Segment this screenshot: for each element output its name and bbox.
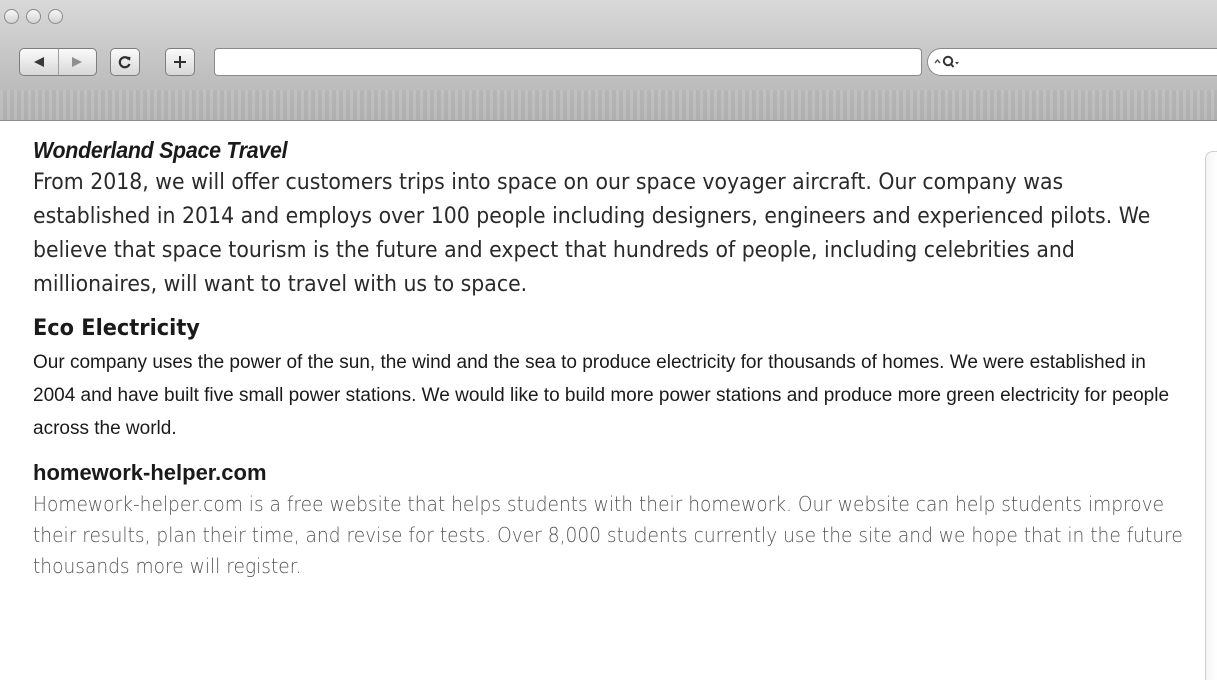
site-entry-homework-helper: homework-helper.com Homework-helper.com …: [33, 459, 1193, 582]
address-bar[interactable]: [214, 48, 922, 76]
site-entry-eco-electricity: Eco Electricity Our company uses the pow…: [33, 314, 1193, 445]
vertical-scrollbar[interactable]: [1205, 151, 1217, 680]
site-entry-wonderland-space-travel: Wonderland Space Travel From 2018, we wi…: [33, 135, 1193, 302]
site-description: From 2018, we will offer customers trips…: [33, 170, 1151, 297]
page-content: Wonderland Space Travel From 2018, we wi…: [33, 135, 1193, 582]
site-description: Homework-helper.com is a free website th…: [33, 492, 1183, 578]
reload-icon: [118, 56, 131, 69]
plus-icon: [174, 56, 186, 68]
close-window-button[interactable]: [4, 9, 19, 24]
page-viewport: Wonderland Space Travel From 2018, we wi…: [0, 121, 1217, 680]
forward-arrow-icon: [72, 57, 83, 67]
zoom-window-button[interactable]: [48, 9, 63, 24]
browser-window: Wonderland Space Travel From 2018, we wi…: [0, 0, 1217, 680]
reload-button[interactable]: [110, 48, 140, 76]
back-forward-group: [19, 48, 97, 76]
search-icon: [934, 55, 959, 68]
site-title: Wonderland Space Travel: [33, 137, 288, 163]
back-button[interactable]: [20, 49, 58, 75]
minimize-window-button[interactable]: [26, 9, 41, 24]
site-description: Our company uses the power of the sun, t…: [33, 352, 1170, 439]
search-field[interactable]: [927, 48, 1217, 76]
search-menu[interactable]: [934, 54, 962, 70]
search-input[interactable]: [968, 50, 1217, 74]
site-title: Eco Electricity: [33, 316, 200, 341]
browser-toolbar: [0, 0, 1217, 121]
site-title: homework-helper.com: [33, 460, 267, 485]
forward-button[interactable]: [57, 49, 97, 75]
back-arrow-icon: [33, 57, 44, 67]
new-tab-button[interactable]: [165, 48, 195, 76]
